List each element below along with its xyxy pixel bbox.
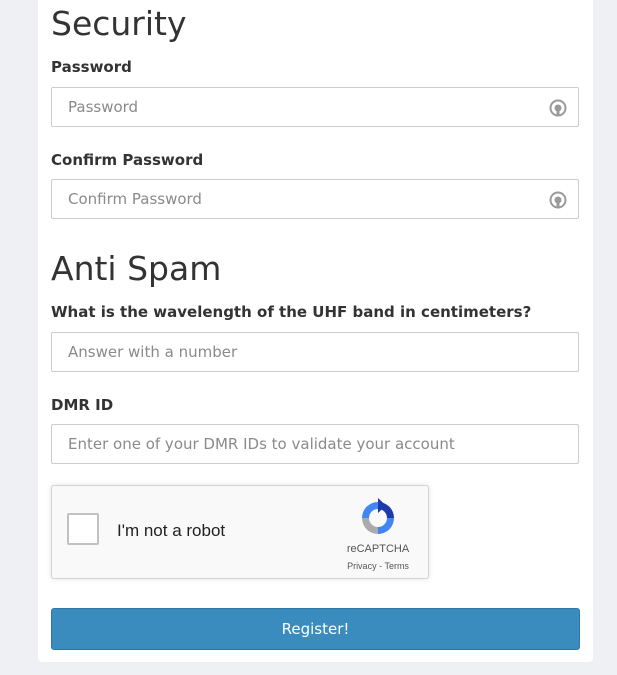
anti-spam-heading: Anti Spam xyxy=(51,249,222,288)
dmr-id-label: DMR ID xyxy=(51,396,114,414)
recaptcha-logo-icon xyxy=(362,498,394,534)
password-field-wrapper xyxy=(51,87,579,127)
password-input[interactable] xyxy=(52,88,578,126)
dmr-id-field-wrapper xyxy=(51,424,579,464)
confirm-password-label: Confirm Password xyxy=(51,151,204,169)
password-manager-icon[interactable] xyxy=(549,190,567,210)
confirm-password-field-wrapper xyxy=(51,179,579,219)
password-manager-icon[interactable] xyxy=(549,98,567,118)
uhf-question-label: What is the wavelength of the UHF band i… xyxy=(51,303,532,321)
recaptcha-checkbox[interactable] xyxy=(67,513,99,545)
security-heading: Security xyxy=(51,4,187,43)
link-separator: - xyxy=(379,561,383,571)
recaptcha-widget: I'm not a robot reCAPTCHA Privacy - Term… xyxy=(51,485,429,579)
recaptcha-label: I'm not a robot xyxy=(117,521,226,540)
terms-link[interactable]: Terms xyxy=(384,561,409,571)
uhf-answer-input[interactable] xyxy=(52,333,578,371)
password-label: Password xyxy=(51,58,132,76)
recaptcha-links: Privacy - Terms xyxy=(328,561,428,571)
dmr-id-input[interactable] xyxy=(52,425,578,463)
privacy-link[interactable]: Privacy xyxy=(347,561,377,571)
uhf-answer-field-wrapper xyxy=(51,332,579,372)
confirm-password-input[interactable] xyxy=(52,180,578,218)
recaptcha-brand-text: reCAPTCHA xyxy=(346,543,410,555)
register-button[interactable]: Register! xyxy=(51,608,580,650)
